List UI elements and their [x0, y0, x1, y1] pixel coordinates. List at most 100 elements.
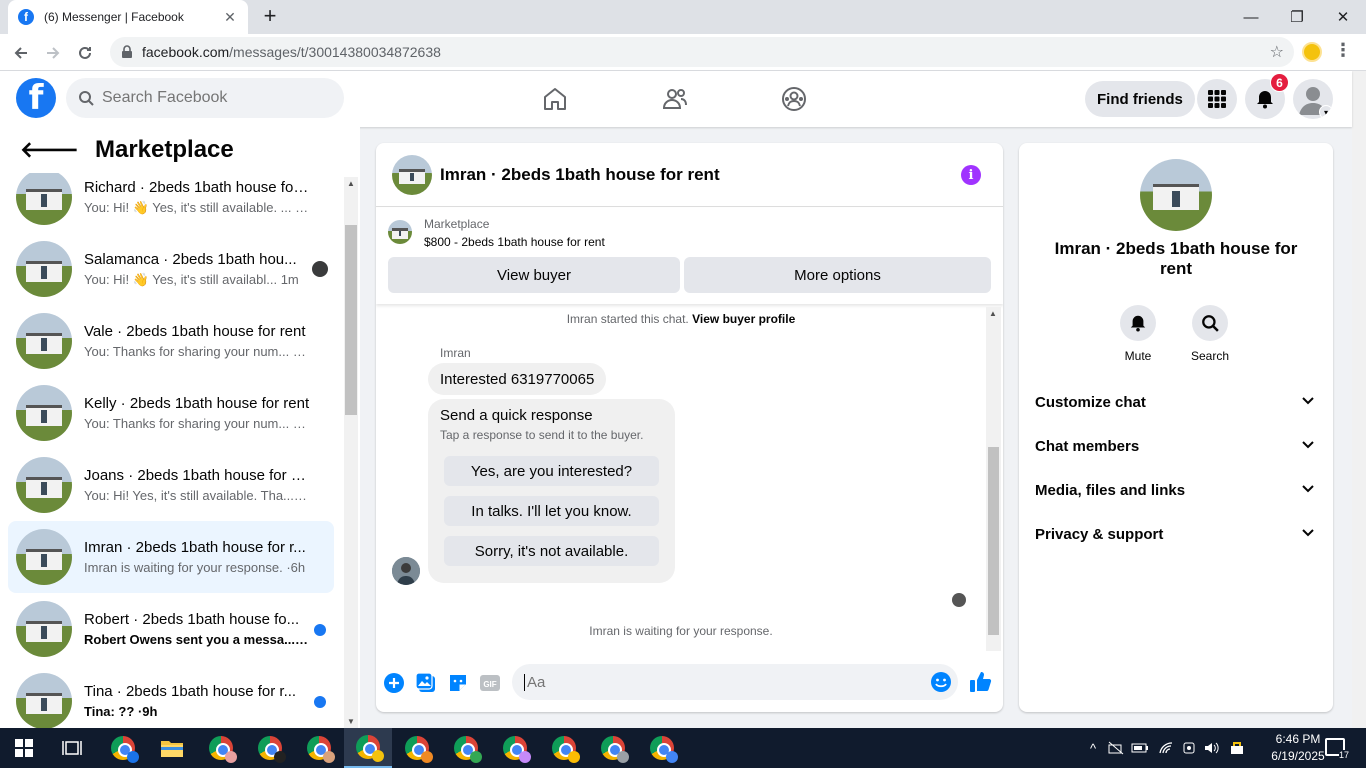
gif-icon[interactable]: GIF	[479, 672, 501, 694]
message-input[interactable]	[524, 673, 914, 691]
chrome-profile-1-icon[interactable]	[99, 728, 147, 768]
account-avatar[interactable]: ▾	[1293, 79, 1333, 119]
tray-overflow-icon[interactable]: ^	[1084, 728, 1102, 768]
windows-start-icon[interactable]	[0, 728, 48, 768]
bookmark-star-icon[interactable]: ☆	[1270, 42, 1284, 62]
home-icon[interactable]	[537, 81, 573, 117]
back-arrow-icon[interactable]	[8, 40, 34, 66]
chevron-down-icon	[1302, 529, 1314, 537]
view-buyer-button[interactable]: View buyer	[388, 257, 680, 293]
listing-thumbnail[interactable]	[392, 154, 432, 195]
listing-large-thumbnail[interactable]	[1140, 159, 1212, 231]
conversation-text: Salamanca · 2beds 1bath hou... You: Hi! 👋…	[84, 251, 310, 288]
conversation-preview: You: Hi! 👋 Yes, it's still available. ..…	[84, 200, 310, 216]
more-options-button[interactable]: More options	[684, 257, 991, 293]
listing-price-title[interactable]: $800 - 2beds 1bath house for rent	[424, 235, 605, 249]
volume-icon[interactable]	[1202, 728, 1222, 768]
file-explorer-icon[interactable]	[148, 728, 196, 768]
find-friends-button[interactable]: Find friends	[1085, 81, 1195, 117]
page-scrollbar[interactable]	[1352, 71, 1366, 728]
quick-response-unavailable-button[interactable]: Sorry, it's not available.	[444, 536, 659, 566]
conversation-time: ·9h	[137, 704, 158, 719]
chat-members-section[interactable]: Chat members	[1019, 424, 1333, 468]
chrome-profile-11-icon[interactable]	[638, 728, 686, 768]
conversation-text: Vale · 2beds 1bath house for rent You: Th…	[84, 323, 310, 359]
info-icon[interactable]: i	[961, 165, 981, 185]
conversation-item[interactable]: Joans · 2beds 1bath house for re... You: …	[8, 449, 334, 521]
back-arrow-icon[interactable]: 🡐	[20, 137, 79, 163]
chrome-profile-7-icon[interactable]	[442, 728, 490, 768]
battery-icon[interactable]	[1130, 728, 1150, 768]
friends-icon[interactable]	[657, 81, 693, 117]
customize-chat-section[interactable]: Customize chat	[1019, 380, 1333, 424]
address-bar: facebook.com/messages/t/3001438003487263…	[0, 34, 1366, 71]
chrome-profile-3-icon[interactable]	[246, 728, 294, 768]
url-text: facebook.com/messages/t/3001438003487263…	[142, 44, 441, 60]
wifi-icon[interactable]	[1156, 728, 1176, 768]
photo-gallery-icon[interactable]	[415, 672, 437, 694]
conversation-item[interactable]: Robert · 2beds 1bath house fo... Robert O…	[8, 593, 334, 665]
conversation-item[interactable]: Tina · 2beds 1bath house for r... Tina: ?…	[8, 665, 334, 728]
minimize-icon[interactable]: —	[1228, 0, 1274, 34]
composer-input-wrap[interactable]	[512, 664, 958, 700]
mute-bell-icon[interactable]	[1120, 305, 1156, 341]
conversation-item[interactable]: Vale · 2beds 1bath house for rent You: Th…	[8, 305, 334, 377]
action-center-icon[interactable]: 17	[1325, 738, 1349, 760]
thread-scrollbar[interactable]: ▲	[986, 307, 1001, 651]
search-input[interactable]	[102, 89, 322, 107]
conversation-item[interactable]: Salamanca · 2beds 1bath hou... You: Hi! 👋…	[8, 233, 334, 305]
message-bubble[interactable]: Interested 6319770065	[428, 363, 607, 395]
conversation-text: Robert · 2beds 1bath house fo... Robert O…	[84, 611, 310, 647]
conversation-item[interactable]: Imran · 2beds 1bath house for r... Imran …	[8, 521, 334, 593]
facebook-search[interactable]	[66, 78, 344, 118]
plus-circle-icon[interactable]	[383, 672, 405, 694]
scroll-down-icon[interactable]: ▼	[347, 717, 355, 726]
groups-icon[interactable]	[776, 81, 812, 117]
sidebar-scrollbar[interactable]: ▲ ▼	[344, 177, 358, 728]
menu-grid-icon[interactable]	[1197, 79, 1237, 119]
reload-icon[interactable]	[72, 40, 98, 66]
privacy-support-section[interactable]: Privacy & support	[1019, 512, 1333, 556]
thread-scroll-thumb[interactable]	[988, 447, 999, 635]
vpn-icon[interactable]	[1180, 728, 1198, 768]
task-view-icon[interactable]	[48, 728, 96, 768]
chrome-profile-9-icon[interactable]	[540, 728, 588, 768]
chrome-profile-8-icon[interactable]	[491, 728, 539, 768]
sender-avatar[interactable]	[392, 557, 420, 585]
conversation-time: 1m	[280, 271, 299, 287]
extension-icon[interactable]	[1302, 42, 1322, 62]
chrome-profile-active-icon[interactable]	[344, 728, 392, 768]
conversation-item[interactable]: Kelly · 2beds 1bath house for rent You: T…	[8, 377, 334, 449]
search-icon[interactable]	[1192, 305, 1228, 341]
chrome-profile-10-icon[interactable]	[589, 728, 637, 768]
restore-icon[interactable]: ❐	[1274, 0, 1320, 34]
forward-arrow-icon[interactable]	[40, 40, 66, 66]
view-buyer-profile-link[interactable]: View buyer profile	[692, 312, 795, 326]
close-window-icon[interactable]: ✕	[1320, 0, 1366, 34]
chrome-profile-6-icon[interactable]	[393, 728, 441, 768]
chat-title[interactable]: Imran · 2beds 1bath house for rent	[440, 165, 720, 185]
quick-response-yes-button[interactable]: Yes, are you interested?	[444, 456, 659, 486]
chrome-profile-4-icon[interactable]	[295, 728, 343, 768]
close-tab-icon[interactable]: ✕	[222, 9, 238, 26]
sidebar-scroll-thumb[interactable]	[345, 225, 357, 415]
browser-tab[interactable]: f (6) Messenger | Facebook ✕	[8, 0, 248, 34]
facebook-logo-icon[interactable]: f	[16, 78, 56, 118]
emoji-icon[interactable]	[930, 671, 952, 693]
network-off-icon[interactable]	[1106, 728, 1126, 768]
scroll-up-icon[interactable]: ▲	[347, 179, 355, 188]
media-files-links-section[interactable]: Media, files and links	[1019, 468, 1333, 512]
input-method-icon[interactable]	[1226, 728, 1248, 768]
omnibox[interactable]: facebook.com/messages/t/3001438003487263…	[110, 37, 1294, 67]
browser-menu-icon[interactable]: ⋮	[1334, 40, 1352, 61]
new-tab-icon[interactable]: +	[258, 5, 282, 29]
message-thread: Imran started this chat. View buyer prof…	[376, 307, 1003, 651]
search-action[interactable]: Search	[1180, 305, 1240, 363]
chrome-profile-2-icon[interactable]	[197, 728, 245, 768]
mute-action[interactable]: Mute	[1108, 305, 1168, 363]
lock-icon	[122, 45, 132, 58]
thumbs-up-icon[interactable]	[969, 670, 993, 694]
quick-response-talks-button[interactable]: In talks. I'll let you know.	[444, 496, 659, 526]
sticker-icon[interactable]	[447, 672, 469, 694]
scroll-up-icon[interactable]: ▲	[989, 309, 997, 318]
